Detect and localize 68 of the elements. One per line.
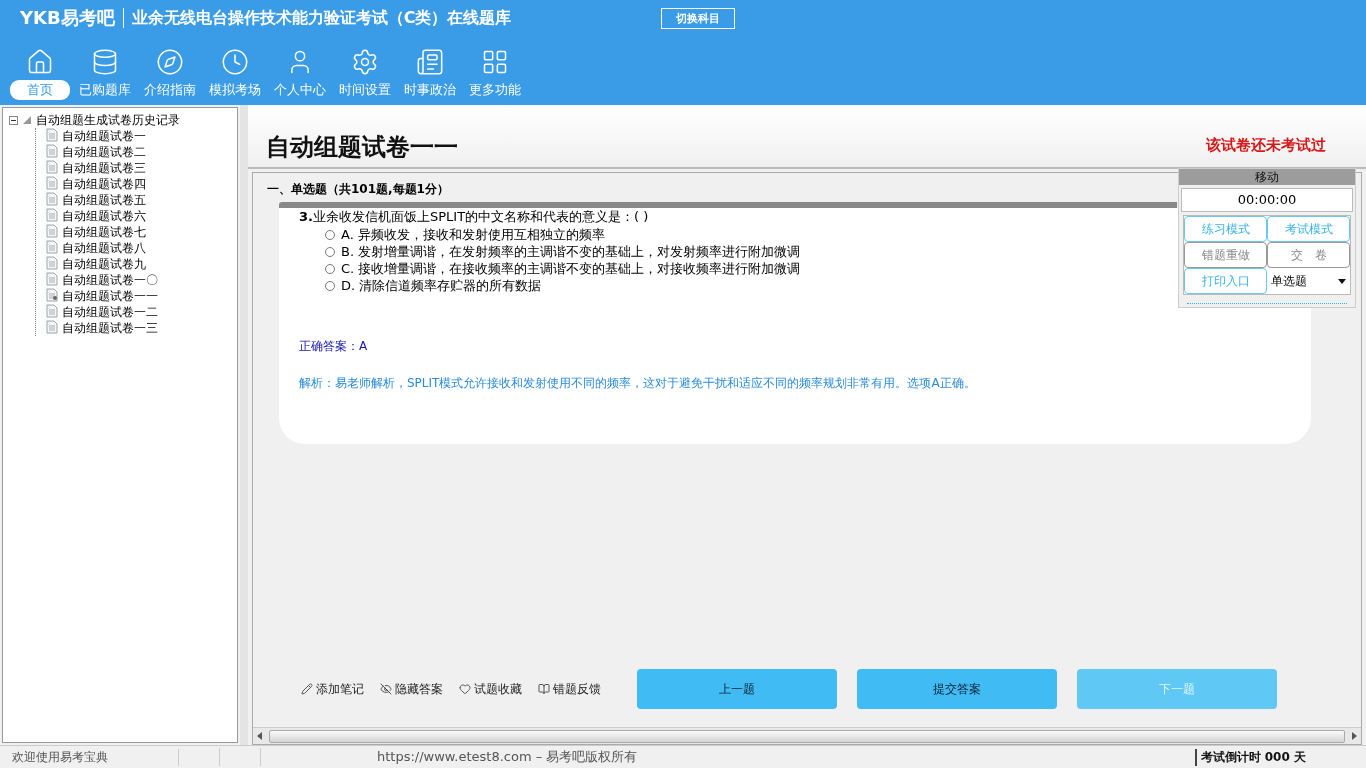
document-icon (46, 303, 58, 318)
nav-button[interactable]: 提交答案 (857, 669, 1057, 709)
tool-link[interactable]: 添加笔记 (301, 680, 364, 698)
tree-item[interactable]: 自动组题试卷一 (62, 127, 146, 145)
option-text: A. 异频收发，接收和发射使用互相独立的频率 (341, 225, 605, 244)
section-heading: 一、单选题（共101题,每题1分） (267, 181, 449, 198)
compass-icon[interactable] (155, 48, 184, 76)
option-text: D. 清除信道频率存贮器的所有数据 (341, 276, 542, 295)
dropdown-caret-icon[interactable] (1338, 278, 1346, 284)
document-icon (46, 223, 58, 238)
collapse-icon[interactable] (9, 115, 18, 125)
timer-display: 00:00:00 (1181, 188, 1353, 212)
pencil-icon (301, 683, 313, 695)
tree-item[interactable]: 自动组题试卷一〇 (62, 271, 158, 289)
logo: YKB易考吧 (20, 6, 115, 30)
horizontal-scrollbar[interactable] (253, 727, 1361, 744)
radio-button[interactable] (325, 263, 335, 274)
document-icon (46, 127, 58, 142)
nav-button[interactable]: 上一题 (637, 669, 837, 709)
tree-item[interactable]: 自动组题试卷一二 (62, 303, 158, 321)
tree-item[interactable]: 自动组题试卷五 (62, 191, 146, 209)
heart-icon (459, 683, 471, 695)
newspaper-icon[interactable] (415, 48, 444, 76)
radio-button[interactable] (325, 229, 335, 240)
tree-item[interactable]: 自动组题试卷七 (62, 223, 146, 241)
book-icon (538, 683, 550, 695)
radio-button[interactable] (325, 246, 335, 257)
tool-link[interactable]: 试题收藏 (459, 680, 522, 698)
countdown-text: 考试倒计时 000 天 (1194, 748, 1306, 766)
document-icon (46, 191, 58, 206)
panel-title[interactable]: 移动 (1179, 169, 1355, 185)
option-text: B. 发射增量调谐，在发射频率的主调谐不变的基础上，对发射频率进行附加微调 (341, 242, 801, 261)
triangle-icon (22, 115, 32, 125)
document-icon (46, 319, 58, 334)
scrollbar-thumb[interactable] (269, 729, 1345, 743)
tree-item[interactable]: 自动组题试卷一三 (62, 319, 158, 337)
document-icon (46, 271, 58, 286)
analysis-text: 解析：易老师解析，SPLIT模式允许接收和发射使用不同的频率，这对于避免干扰和适应不同的频率规划非常有用。选项A正确。 (299, 375, 977, 392)
eye-off-icon (380, 683, 392, 695)
document-pin-icon (46, 287, 58, 302)
tree-item[interactable]: 自动组题试卷八 (62, 239, 146, 257)
document-icon (46, 239, 58, 254)
document-icon (46, 175, 58, 190)
document-icon (46, 207, 58, 222)
paper-status: 该试卷还未考试过 (1206, 135, 1326, 155)
radio-button[interactable] (325, 280, 335, 291)
tree-item[interactable]: 自动组题试卷九 (62, 255, 146, 273)
welcome-text: 欢迎使用易考宝典 (0, 748, 179, 766)
clock-icon[interactable] (220, 48, 249, 76)
tree-item[interactable]: 自动组题生成试卷历史记录 (36, 111, 180, 129)
paper-title: 自动组题试卷一一 (266, 132, 458, 163)
tree-item[interactable]: 自动组题试卷四 (62, 175, 146, 193)
question-text: 3.业余收发信机面饭上SPLIT的中文名称和代表的意义是：( ) (299, 208, 650, 226)
tree-item[interactable]: 自动组题试卷二 (62, 143, 146, 161)
tree-item[interactable]: 自动组题试卷三 (62, 159, 146, 177)
option-text: C. 接收增量调谐，在接收频率的主调谐不变的基础上，对接收频率进行附加微调 (341, 259, 801, 278)
tree-item[interactable]: 自动组题试卷六 (62, 207, 146, 225)
tree-item[interactable]: 自动组题试卷一一 (62, 287, 158, 305)
document-icon (46, 143, 58, 158)
document-icon (46, 255, 58, 270)
scroll-right-icon[interactable] (1351, 732, 1357, 740)
scroll-left-icon[interactable] (257, 732, 263, 740)
correct-answer: 正确答案：A (299, 338, 369, 355)
document-icon (46, 159, 58, 174)
app-title: 业余无线电台操作技术能力验证考试（C类）在线题库 (131, 7, 512, 29)
copyright-text: https://www.etest8.com – 易考吧版权所有 (377, 748, 638, 766)
tool-link[interactable]: 错题反馈 (538, 680, 601, 698)
tool-link[interactable]: 隐藏答案 (380, 680, 443, 698)
